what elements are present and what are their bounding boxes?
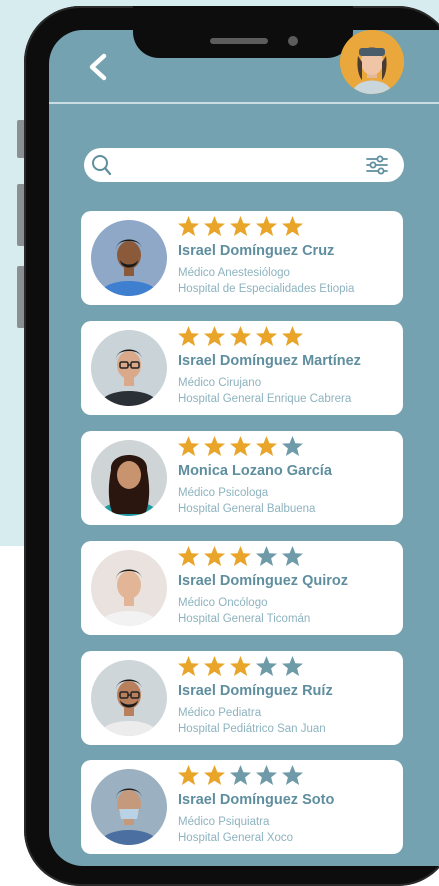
star-filled-icon bbox=[256, 436, 277, 456]
speaker-grille bbox=[210, 38, 268, 44]
rating-stars bbox=[177, 764, 304, 788]
filter-sliders-icon[interactable] bbox=[364, 152, 390, 178]
doctor-photo bbox=[91, 769, 167, 845]
star-filled-icon bbox=[204, 546, 225, 566]
doctor-photo bbox=[91, 440, 167, 516]
front-camera bbox=[288, 36, 298, 46]
star-empty-icon bbox=[256, 656, 277, 676]
doctor-card[interactable]: Israel Domínguez Cruz Médico Anestesiólo… bbox=[81, 211, 403, 305]
user-avatar[interactable] bbox=[340, 30, 404, 94]
star-filled-icon bbox=[178, 546, 199, 566]
doctor-name: Israel Domínguez Quiroz bbox=[178, 573, 348, 589]
doctor-hospital: Hospital General Ticomán bbox=[178, 613, 311, 625]
star-filled-icon bbox=[230, 436, 251, 456]
star-empty-icon bbox=[230, 765, 251, 785]
doctor-hospital: Hospital General Xoco bbox=[178, 832, 294, 844]
header-divider bbox=[49, 102, 439, 104]
doctor-name: Israel Domínguez Martínez bbox=[178, 353, 361, 369]
star-empty-icon bbox=[282, 765, 303, 785]
doctor-card[interactable]: Israel Domínguez Martínez Médico Cirujan… bbox=[81, 321, 403, 415]
doctor-hospital: Hospital General Enrique Cabrera bbox=[178, 393, 352, 405]
rating-stars bbox=[177, 655, 304, 679]
star-empty-icon bbox=[282, 656, 303, 676]
star-filled-icon bbox=[282, 216, 303, 236]
star-filled-icon bbox=[204, 656, 225, 676]
doctor-card[interactable]: Israel Domínguez Quiroz Médico Oncólogo … bbox=[81, 541, 403, 635]
star-empty-icon bbox=[282, 546, 303, 566]
doctor-specialty: Médico Psicologa bbox=[178, 487, 269, 499]
doctor-card[interactable]: Israel Domínguez Ruíz Médico Pediatra Ho… bbox=[81, 651, 403, 745]
doctor-name: Monica Lozano García bbox=[178, 463, 332, 479]
search-bar[interactable] bbox=[84, 148, 404, 182]
doctor-card[interactable]: Israel Domínguez Soto Médico Psiquiatra … bbox=[81, 760, 403, 854]
doctor-specialty: Médico Oncólogo bbox=[178, 597, 268, 609]
doctor-photo bbox=[91, 660, 167, 736]
star-filled-icon bbox=[178, 765, 199, 785]
rating-stars bbox=[177, 325, 304, 349]
doctor-hospital: Hospital General Balbuena bbox=[178, 503, 316, 515]
star-filled-icon bbox=[178, 326, 199, 346]
star-filled-icon bbox=[230, 656, 251, 676]
doctor-hospital: Hospital Pediátrico San Juan bbox=[178, 723, 326, 735]
phone-notch bbox=[133, 6, 353, 58]
star-filled-icon bbox=[178, 216, 199, 236]
doctor-card[interactable]: Monica Lozano García Médico Psicologa Ho… bbox=[81, 431, 403, 525]
star-filled-icon bbox=[204, 436, 225, 456]
star-filled-icon bbox=[256, 326, 277, 346]
doctor-specialty: Médico Cirujano bbox=[178, 377, 262, 389]
doctor-hospital: Hospital de Especialidades Etiopia bbox=[178, 283, 355, 295]
star-empty-icon bbox=[256, 765, 277, 785]
star-filled-icon bbox=[204, 216, 225, 236]
star-empty-icon bbox=[282, 436, 303, 456]
star-filled-icon bbox=[256, 216, 277, 236]
star-filled-icon bbox=[230, 216, 251, 236]
search-icon bbox=[92, 155, 112, 176]
star-filled-icon bbox=[204, 765, 225, 785]
doctor-name: Israel Domínguez Ruíz bbox=[178, 683, 333, 699]
doctor-specialty: Médico Anestesiólogo bbox=[178, 267, 290, 279]
doctor-photo bbox=[91, 550, 167, 626]
doctor-name: Israel Domínguez Cruz bbox=[178, 243, 335, 259]
rating-stars bbox=[177, 215, 304, 239]
rating-stars bbox=[177, 545, 304, 569]
star-filled-icon bbox=[178, 436, 199, 456]
star-filled-icon bbox=[204, 326, 225, 346]
doctor-photo bbox=[91, 220, 167, 296]
doctor-specialty: Médico Psiquiatra bbox=[178, 816, 270, 828]
star-empty-icon bbox=[256, 546, 277, 566]
star-filled-icon bbox=[230, 546, 251, 566]
back-arrow-icon[interactable] bbox=[84, 50, 112, 84]
search-input[interactable] bbox=[118, 152, 368, 178]
rating-stars bbox=[177, 435, 304, 459]
star-filled-icon bbox=[230, 326, 251, 346]
doctor-specialty: Médico Pediatra bbox=[178, 707, 262, 719]
star-filled-icon bbox=[282, 326, 303, 346]
star-filled-icon bbox=[178, 656, 199, 676]
doctor-name: Israel Domínguez Soto bbox=[178, 792, 335, 808]
doctor-photo bbox=[91, 330, 167, 406]
